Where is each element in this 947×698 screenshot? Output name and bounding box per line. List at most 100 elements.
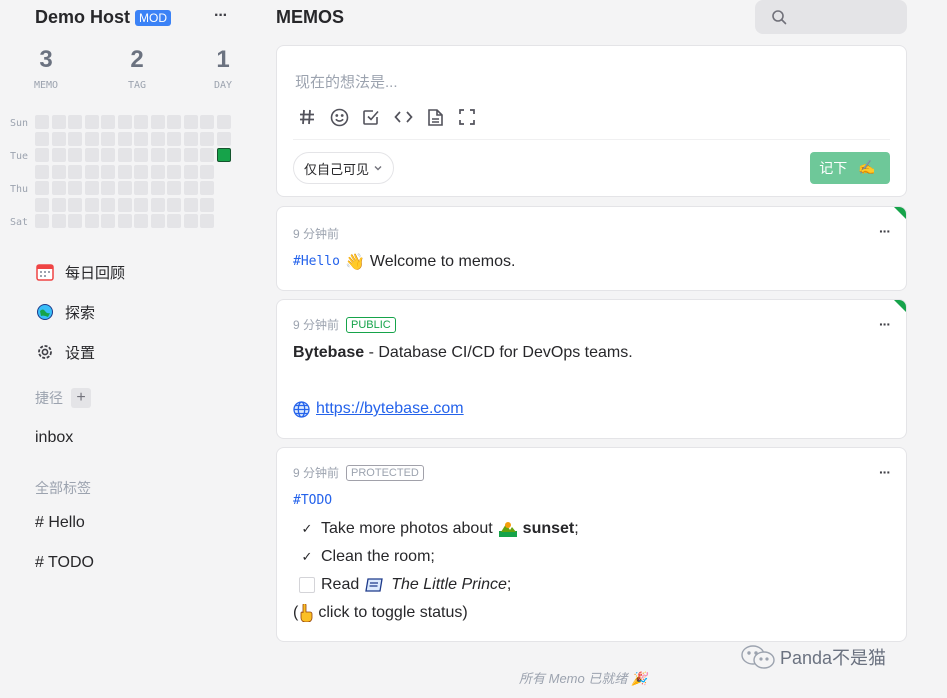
heatmap-cell[interactable] (150, 181, 165, 195)
heatmap-cell[interactable] (84, 181, 99, 195)
heatmap-cell[interactable] (150, 115, 165, 129)
search-input[interactable] (755, 0, 907, 34)
heatmap-cell[interactable] (84, 214, 99, 228)
heatmap-cell[interactable] (117, 214, 132, 228)
heatmap-cell[interactable] (183, 148, 198, 162)
memo-tag[interactable]: #TODO (293, 493, 332, 508)
heatmap-cell[interactable] (183, 197, 198, 212)
visibility-select[interactable]: 仅自己可见 (293, 152, 395, 184)
heatmap-cell[interactable] (200, 181, 214, 195)
heatmap-cell[interactable] (68, 164, 82, 179)
heatmap-cell[interactable] (35, 148, 49, 162)
heatmap-cell[interactable] (200, 115, 214, 129)
heatmap-cell[interactable] (51, 131, 66, 146)
heatmap-cell[interactable] (51, 148, 66, 162)
heatmap-cell[interactable] (68, 181, 82, 195)
heatmap-cell[interactable] (134, 181, 148, 195)
editor-input[interactable]: 现在的想法是... (295, 71, 398, 92)
heatmap-cell[interactable] (101, 115, 115, 129)
tag-item-todo[interactable]: # TODO (35, 554, 94, 572)
heatmap-cell[interactable] (84, 164, 99, 179)
heatmap-cell[interactable] (134, 214, 148, 228)
heatmap-cell[interactable] (167, 197, 181, 212)
heatmap-cell[interactable] (167, 131, 181, 146)
heatmap-cell[interactable] (51, 197, 66, 212)
add-shortcut-button[interactable]: + (71, 388, 91, 408)
memo-timestamp[interactable]: 9 分钟前 (293, 225, 339, 242)
heatmap-cell[interactable] (35, 131, 49, 146)
heatmap-cell[interactable] (200, 214, 214, 228)
heatmap-cell[interactable] (167, 148, 181, 162)
heatmap-cell[interactable] (117, 164, 132, 179)
heatmap-cell[interactable] (183, 115, 198, 129)
heatmap-cell[interactable] (117, 131, 132, 146)
heatmap-cell[interactable] (134, 148, 148, 162)
checkbox-icon[interactable] (361, 107, 381, 127)
heatmap-cell[interactable] (35, 214, 49, 228)
heatmap-cell[interactable] (150, 148, 165, 162)
heatmap-cell[interactable] (117, 115, 132, 129)
heatmap-cell[interactable] (51, 115, 66, 129)
checkbox-checked[interactable]: ✓ (299, 521, 315, 537)
heatmap-cell[interactable] (150, 214, 165, 228)
memo-timestamp[interactable]: 9 分钟前 (293, 316, 339, 333)
memo-timestamp[interactable]: 9 分钟前 (293, 464, 339, 481)
emoji-icon[interactable] (329, 107, 349, 127)
memo-tag[interactable]: #Hello (293, 254, 340, 269)
heatmap-cell[interactable] (101, 181, 115, 195)
memo-more-button[interactable]: ··· (879, 223, 891, 239)
heatmap-cell[interactable] (35, 115, 49, 129)
heatmap-cell[interactable] (216, 131, 231, 146)
heatmap-cell[interactable] (200, 148, 214, 162)
heatmap-cell[interactable] (167, 164, 181, 179)
heatmap-cell[interactable] (84, 115, 99, 129)
memo-link[interactable]: https://bytebase.com (316, 400, 464, 418)
heatmap-cell[interactable] (84, 148, 99, 162)
heatmap-cell[interactable] (68, 115, 82, 129)
heatmap-cell[interactable] (101, 148, 115, 162)
memo-more-button[interactable]: ··· (879, 316, 891, 332)
heatmap-cell[interactable] (200, 164, 214, 179)
heatmap-cell[interactable] (200, 197, 214, 212)
heatmap-cell[interactable] (183, 164, 198, 179)
heatmap-cell[interactable] (134, 131, 148, 146)
user-banner[interactable]: Demo Host MOD (35, 7, 172, 28)
heatmap-cell[interactable] (167, 181, 181, 195)
heatmap-cell[interactable] (51, 181, 66, 195)
user-name[interactable]: Demo Host (35, 7, 130, 28)
heatmap-cell[interactable] (84, 197, 99, 212)
heatmap-cell[interactable] (183, 214, 198, 228)
heatmap-cell[interactable] (200, 131, 214, 146)
heatmap-cell[interactable] (134, 164, 148, 179)
heatmap-cell[interactable] (117, 197, 132, 212)
heatmap-cell[interactable] (35, 181, 49, 195)
nav-daily-review[interactable]: 每日回顾 (35, 260, 125, 284)
save-memo-button[interactable]: 记下 ✍️ (810, 152, 890, 184)
nav-explore[interactable]: 探索 (35, 300, 95, 324)
heatmap-cell[interactable] (35, 164, 49, 179)
heatmap-cell[interactable] (167, 115, 181, 129)
heatmap-cell[interactable] (68, 197, 82, 212)
heatmap-cell[interactable] (167, 214, 181, 228)
document-icon[interactable] (425, 107, 445, 127)
heatmap-cell[interactable] (134, 115, 148, 129)
heatmap-cell[interactable] (150, 197, 165, 212)
user-menu-button[interactable]: ··· (214, 7, 228, 25)
heatmap-cell[interactable] (84, 131, 99, 146)
shortcut-item-inbox[interactable]: inbox (35, 429, 73, 447)
heatmap-cell[interactable] (68, 148, 82, 162)
heatmap-cell[interactable] (150, 131, 165, 146)
heatmap-cell[interactable] (134, 197, 148, 212)
fullscreen-icon[interactable] (457, 107, 477, 127)
nav-settings[interactable]: 设置 (35, 340, 95, 364)
heatmap-cell[interactable] (183, 181, 198, 195)
heatmap-cell[interactable] (51, 164, 66, 179)
memo-more-button[interactable]: ··· (879, 464, 891, 480)
heatmap-cell[interactable] (183, 131, 198, 146)
heatmap-cell[interactable] (101, 214, 115, 228)
heatmap-cell[interactable] (101, 131, 115, 146)
heatmap-cell[interactable] (35, 197, 49, 212)
heatmap-cell[interactable] (51, 214, 66, 228)
heatmap-cell[interactable] (150, 164, 165, 179)
hash-tag-icon[interactable] (297, 107, 317, 127)
